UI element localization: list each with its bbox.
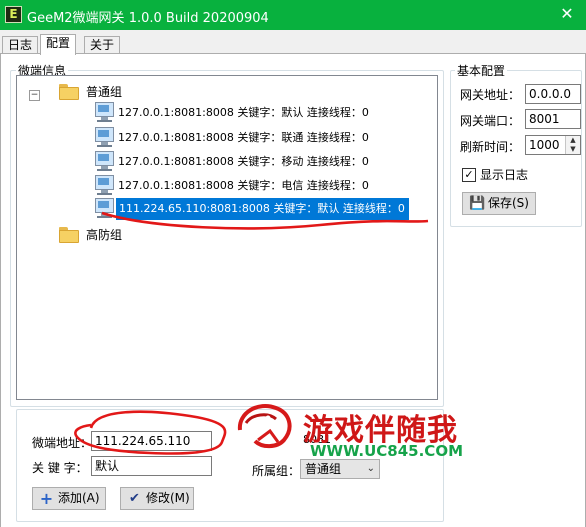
computer-icon bbox=[95, 151, 114, 172]
window-title: GeeM2微端网关 1.0.0 Build 20200904 bbox=[27, 11, 269, 26]
spin-up-icon[interactable]: ▲ bbox=[566, 136, 580, 145]
computer-icon bbox=[95, 127, 114, 148]
check-icon: ✔ bbox=[129, 491, 140, 506]
group-select[interactable]: 普通组 ⌄ bbox=[300, 459, 380, 479]
save-button[interactable]: 💾 保存(S) bbox=[462, 192, 536, 215]
group-select-value: 普通组 bbox=[305, 462, 342, 476]
computer-icon bbox=[95, 198, 114, 219]
keyword-label: 关 键 字： bbox=[32, 461, 88, 475]
tab-strip: 日志 配置 关于 bbox=[0, 34, 586, 55]
show-log-checkbox[interactable]: ✓ bbox=[462, 168, 476, 182]
app-logo-icon: E bbox=[5, 6, 22, 23]
group-label: 所属组： bbox=[252, 464, 301, 478]
show-log-label: 显示日志 bbox=[480, 168, 529, 182]
gateway-port-label: 网关端口： bbox=[460, 114, 521, 128]
tree-item-label: 127.0.0.1:8081:8008 关键字：移动 连接线程：0 bbox=[118, 155, 369, 168]
address-label: 微端地址： bbox=[32, 436, 93, 450]
gateway-address-label: 网关地址： bbox=[460, 88, 521, 102]
refresh-time-input[interactable]: 1000 ▲ ▼ bbox=[525, 135, 581, 155]
computer-icon bbox=[95, 175, 114, 196]
edit-button-label: 修改(M) bbox=[146, 491, 190, 505]
tree-group-normal[interactable]: − 普通组 bbox=[17, 81, 435, 103]
server-tree[interactable]: − 普通组 127.0.0.1:8081:8008 关键字：默认 连接线程：0 … bbox=[16, 75, 438, 400]
tree-item-selected[interactable]: 111.224.65.110:8081:8008 关键字：默认 连接线程：0 bbox=[17, 197, 435, 221]
spin-down-icon[interactable]: ▼ bbox=[566, 145, 580, 154]
tree-group-label: 高防组 bbox=[86, 228, 123, 242]
tree-group-anti-ddos[interactable]: 高防组 bbox=[17, 224, 435, 246]
close-icon[interactable]: ✕ bbox=[548, 0, 586, 30]
chevron-down-icon: ⌄ bbox=[366, 463, 375, 474]
address-input[interactable]: 111.224.65.110 bbox=[91, 431, 212, 451]
tree-item[interactable]: 127.0.0.1:8081:8008 关键字：电信 连接线程：0 bbox=[17, 175, 435, 197]
tree-item-label: 127.0.0.1:8081:8008 关键字：电信 连接线程：0 bbox=[118, 179, 369, 192]
floppy-disk-icon: 💾 bbox=[469, 196, 486, 211]
collapse-icon[interactable]: − bbox=[29, 90, 40, 101]
edit-button[interactable]: ✔ 修改(M) bbox=[120, 487, 194, 510]
save-button-label: 保存(S) bbox=[488, 196, 529, 210]
folder-icon bbox=[59, 227, 79, 243]
tree-item[interactable]: 127.0.0.1:8081:8008 关键字：移动 连接线程：0 bbox=[17, 151, 435, 173]
computer-icon bbox=[95, 102, 114, 123]
title-bar: E GeeM2微端网关 1.0.0 Build 20200904 ✕ bbox=[0, 0, 586, 30]
add-button-label: 添加(A) bbox=[58, 491, 100, 505]
tree-item-label: 127.0.0.1:8081:8008 关键字：默认 连接线程：0 bbox=[118, 106, 369, 119]
tab-log[interactable]: 日志 bbox=[2, 36, 39, 54]
refresh-time-spinner[interactable]: ▲ ▼ bbox=[565, 136, 580, 154]
tab-config[interactable]: 配置 bbox=[40, 34, 77, 55]
tree-item-label: 127.0.0.1:8081:8008 关键字：联通 连接线程：0 bbox=[118, 131, 369, 144]
tree-item-label: 111.224.65.110:8081:8008 关键字：默认 连接线程：0 bbox=[116, 198, 409, 220]
basic-config-group-title: 基本配置 bbox=[455, 62, 508, 79]
tree-item[interactable]: 127.0.0.1:8081:8008 关键字：默认 连接线程：0 bbox=[17, 102, 435, 124]
plus-icon: + bbox=[39, 489, 54, 508]
gateway-port-input[interactable]: 8001 bbox=[525, 109, 581, 129]
tree-item[interactable]: 127.0.0.1:8081:8008 关键字：联通 连接线程：0 bbox=[17, 127, 435, 149]
add-button[interactable]: + 添加(A) bbox=[32, 487, 106, 510]
watermark-url: WWW.UC845.COM bbox=[310, 442, 463, 460]
gateway-address-input[interactable]: 0.0.0.0 bbox=[525, 84, 581, 104]
tab-about[interactable]: 关于 bbox=[84, 36, 121, 54]
keyword-input[interactable]: 默认 bbox=[91, 456, 212, 476]
refresh-time-value: 1000 bbox=[529, 138, 560, 152]
folder-icon bbox=[59, 84, 79, 100]
refresh-time-label: 刷新时间： bbox=[460, 140, 521, 154]
tree-group-label: 普通组 bbox=[86, 85, 123, 99]
